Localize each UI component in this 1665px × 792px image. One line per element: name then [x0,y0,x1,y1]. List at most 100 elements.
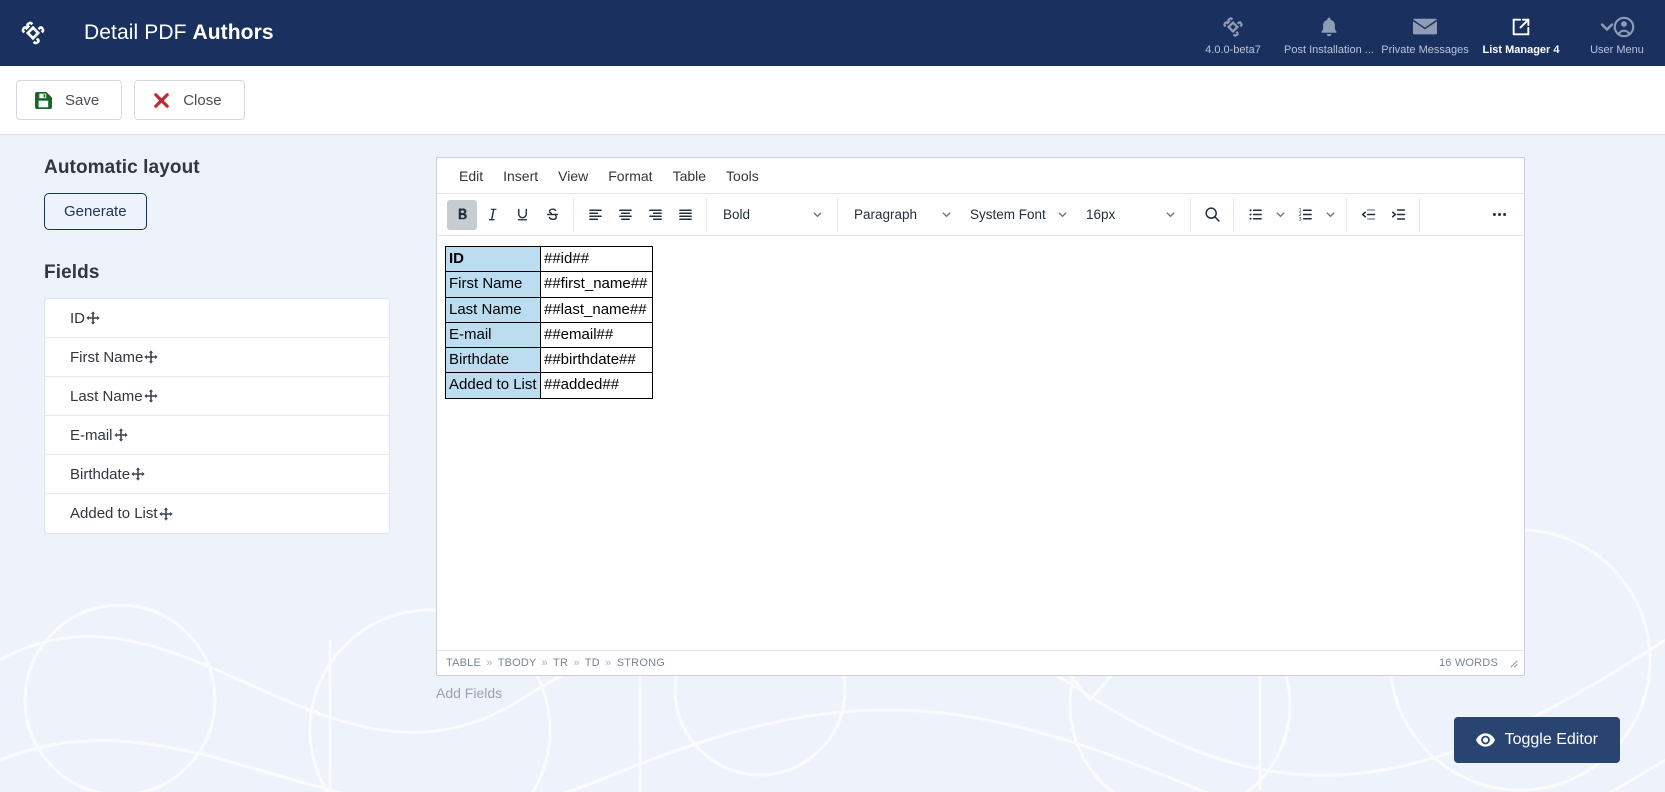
bullet-list-icon[interactable] [1240,200,1270,230]
header-tool-user-menu[interactable]: User Menu [1569,0,1665,66]
element-path-segment[interactable]: TBODY [498,657,537,669]
field-item-added-to-list[interactable]: Added to List [45,494,389,533]
table-cell-label[interactable]: Last Name [445,296,541,323]
element-path-segment[interactable]: STRONG [617,657,665,669]
search-icon[interactable] [1197,200,1227,230]
header-tool-list-manager[interactable]: List Manager 4 [1473,0,1569,66]
menu-table[interactable]: Table [663,164,716,188]
table-row[interactable]: ID ##id## [445,245,653,273]
save-button-label: Save [65,91,100,109]
table-cell-value[interactable]: ##added## [540,372,653,399]
field-item-id[interactable]: ID [45,299,389,338]
table-row[interactable]: First Name ##first_name## [445,271,653,298]
menu-insert[interactable]: Insert [493,164,548,188]
field-item-email[interactable]: E-mail [45,416,389,455]
element-path-segment[interactable]: TR [553,657,568,669]
align-center-icon[interactable] [610,200,640,230]
align-justify-icon[interactable] [670,200,700,230]
bullet-list-chevron-down-icon[interactable] [1270,200,1290,230]
save-button[interactable]: Save [16,80,123,120]
numbered-list-chevron-down-icon[interactable] [1320,200,1340,230]
table-cell-label[interactable]: Birthdate [445,347,541,374]
toolbar-group-style-select: Bold [707,197,838,232]
external-link-icon [1510,15,1532,39]
path-separator: » [573,657,580,669]
app-header: Detail PDF Authors 4.0.0-beta7 Post Inst… [0,0,1665,66]
move-arrows-icon[interactable] [158,506,173,521]
block-format-select[interactable]: Paragraph [844,200,960,230]
generate-button[interactable]: Generate [44,193,147,230]
table-cell-value[interactable]: ##first_name## [540,271,653,298]
joomla-logo-icon[interactable] [0,0,66,66]
table-cell-label[interactable]: First Name [445,271,541,298]
envelope-icon [1412,15,1438,39]
field-item-last-name[interactable]: Last Name [45,377,389,416]
field-item-label: Added to List [70,505,158,522]
field-item-birthdate[interactable]: Birthdate [45,455,389,494]
field-item-label: Birthdate [70,465,131,483]
toolbar-group-align [574,197,707,232]
indent-icon[interactable] [1383,200,1413,230]
editor-toolbar: Bold Paragraph System Font 16px 1 2 3 [437,194,1524,236]
chevron-down-icon [941,209,952,220]
x-mark-icon [153,92,170,109]
style-select[interactable]: Bold [713,200,831,230]
table-row[interactable]: Added to List ##added## [445,372,653,399]
editor-canvas[interactable]: ID ##id## First Name ##first_name## Last… [437,236,1524,650]
move-arrows-icon[interactable] [131,467,145,481]
ellipsis-icon[interactable] [1484,200,1514,230]
underline-icon[interactable] [507,200,537,230]
menu-edit[interactable]: Edit [449,164,493,188]
header-tool-label: List Manager 4 [1482,43,1560,56]
table-cell-value[interactable]: ##id## [540,245,653,273]
word-count[interactable]: 16 WORDS [1439,657,1498,669]
toggle-editor-button[interactable]: Toggle Editor [1453,717,1620,763]
bold-icon[interactable] [447,199,477,230]
block-format-select-value: Paragraph [854,207,918,222]
move-arrows-icon[interactable] [144,350,158,364]
table-row[interactable]: E-mail ##email## [445,321,653,349]
menu-view[interactable]: View [548,164,598,188]
align-left-icon[interactable] [580,200,610,230]
table-cell-label[interactable]: Added to List [445,372,541,399]
align-right-icon[interactable] [640,200,670,230]
table-cell-value[interactable]: ##birthdate## [540,347,653,374]
table-row[interactable]: Birthdate ##birthdate## [445,347,653,374]
add-fields-label: Add Fields [436,685,503,701]
italic-icon[interactable] [477,200,507,230]
font-family-select-value: System Font [970,207,1046,222]
tinymce-editor: Edit Insert View Format Table Tools Bold… [436,157,1525,676]
font-family-select[interactable]: System Font [960,200,1076,230]
eye-icon [1475,733,1495,747]
font-size-select[interactable]: 16px [1076,200,1184,230]
table-cell-label[interactable]: ID [445,245,541,273]
move-arrows-icon[interactable] [143,389,158,403]
header-tool-private-messages[interactable]: Private Messages [1377,0,1473,66]
svg-text:3: 3 [1298,216,1301,222]
editor-menubar: Edit Insert View Format Table Tools [437,158,1524,194]
table-cell-label[interactable]: E-mail [445,321,541,349]
strikethrough-icon[interactable] [537,200,567,230]
header-tool-post-installation[interactable]: Post Installation ... [1281,0,1377,66]
outdent-icon[interactable] [1353,200,1383,230]
menu-format[interactable]: Format [598,164,662,188]
header-tool-label: Post Installation ... [1284,43,1374,56]
table-row[interactable]: Last Name ##last_name## [445,296,653,323]
header-tool-version[interactable]: 4.0.0-beta7 [1185,0,1281,66]
field-item-first-name[interactable]: First Name [45,338,389,377]
detail-layout-table[interactable]: ID ##id## First Name ##first_name## Last… [445,245,653,399]
move-arrows-icon[interactable] [86,311,100,325]
toolbar-group-lists: 1 2 3 [1234,197,1347,232]
resize-grip-icon[interactable] [1508,658,1518,668]
element-path-segment[interactable]: TD [585,657,600,669]
move-arrows-icon[interactable] [113,428,128,442]
numbered-list-icon[interactable]: 1 2 3 [1290,200,1320,230]
field-item-label: First Name [70,348,144,366]
font-size-select-value: 16px [1086,207,1116,222]
table-cell-value[interactable]: ##email## [540,321,653,349]
floppy-disk-icon [35,91,52,109]
table-cell-value[interactable]: ##last_name## [540,296,653,323]
menu-tools[interactable]: Tools [716,164,769,188]
element-path-segment[interactable]: TABLE [446,657,481,669]
close-button[interactable]: Close [134,80,245,120]
